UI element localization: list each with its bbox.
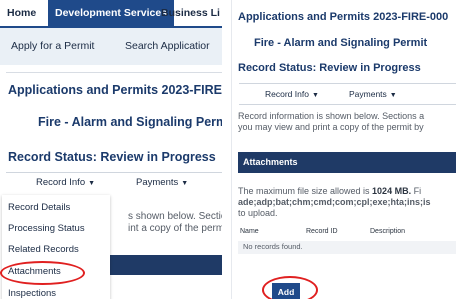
record-status: Record Status: Review in Progress (238, 62, 421, 74)
record-info-text-line-2: int a copy of the permit l (128, 223, 222, 234)
max-file-size-value: 1024 MB. (372, 186, 412, 196)
panel-divider (222, 0, 231, 299)
column-header-record-id: Record ID (306, 228, 338, 235)
record-tabs: Record Info ▼ Payments ▼ (6, 172, 222, 193)
column-header-description: Description (370, 228, 406, 235)
record-tabs: Record Info ▼ Payments ▼ (239, 83, 456, 105)
record-title: Applications and Permits 2023-FIRE-000 (238, 11, 449, 23)
permit-type: Fire - Alarm and Signaling Permit (254, 37, 428, 49)
right-panel: Applications and Permits 2023-FIRE-000 F… (231, 0, 456, 299)
column-header-name: Name (240, 228, 259, 235)
tab-payments[interactable]: Payments ▼ (136, 173, 188, 194)
max-file-size-text: The maximum file size allowed is 1024 MB… (238, 186, 421, 196)
caret-down-icon: ▼ (181, 180, 189, 187)
attachments-table-header: Name Record ID Description (238, 228, 456, 241)
caret-down-icon: ▼ (389, 92, 397, 99)
tab-record-info[interactable]: Record Info ▼ (36, 173, 95, 194)
record-info-text-line-1: s shown below. Sections (128, 211, 222, 222)
tab-record-info-label: Record Info (36, 177, 86, 188)
sub-navigation: Apply for a Permit Search Applicatior (0, 28, 222, 65)
left-panel: Home Development Services Business Li Ap… (0, 0, 222, 299)
menu-item-processing-status[interactable]: Processing Status (8, 223, 85, 234)
caret-down-icon: ▼ (311, 92, 319, 99)
caret-down-icon: ▼ (88, 180, 96, 187)
menu-item-related-records[interactable]: Related Records (8, 244, 79, 255)
menu-item-record-details[interactable]: Record Details (8, 202, 70, 213)
highlight-oval-attachments (0, 261, 85, 285)
permit-type: Fire - Alarm and Signaling Permit (38, 115, 222, 129)
max-file-size-prefix: The maximum file size allowed is (238, 186, 373, 196)
record-title-box: Applications and Permits 2023-FIRE-000 F… (6, 72, 222, 166)
upload-note-text: to upload. (238, 208, 278, 218)
tab-payments-label: Payments (136, 177, 179, 188)
record-info-text-line-2: you may view and print a copy of the per… (238, 122, 424, 132)
tab-payments[interactable]: Payments ▼ (349, 84, 397, 106)
nav-business-licenses-tab[interactable]: Business Li (154, 0, 222, 26)
table-empty-row: No records found. (238, 241, 456, 254)
top-navigation: Home Development Services Business Li (0, 0, 222, 28)
attachments-header: Attachments (238, 152, 456, 173)
record-status: Record Status: Review in Progress (8, 150, 216, 164)
record-info-text-line-1: Record information is shown below. Secti… (238, 111, 425, 121)
menu-item-inspections[interactable]: Inspections (8, 288, 56, 299)
disallowed-extensions-text: ade;adp;bat;chm;cmd;com;cpl;exe;hta;ins;… (238, 197, 431, 207)
search-applications-link[interactable]: Search Applicatior (125, 28, 210, 65)
max-file-size-suffix: Fi (411, 186, 422, 196)
tab-record-info-label: Record Info (265, 89, 309, 99)
highlight-oval-add (262, 276, 318, 299)
nav-home-tab[interactable]: Home (0, 0, 43, 26)
record-title: Applications and Permits 2023-FIRE-000 (8, 83, 222, 97)
no-records-text: No records found. (243, 242, 303, 251)
tab-payments-label: Payments (349, 89, 387, 99)
tab-record-info[interactable]: Record Info ▼ (265, 84, 319, 106)
apply-for-permit-link[interactable]: Apply for a Permit (11, 28, 94, 65)
attachments-header-label: Attachments (243, 157, 298, 167)
section-header-bar (110, 255, 222, 275)
